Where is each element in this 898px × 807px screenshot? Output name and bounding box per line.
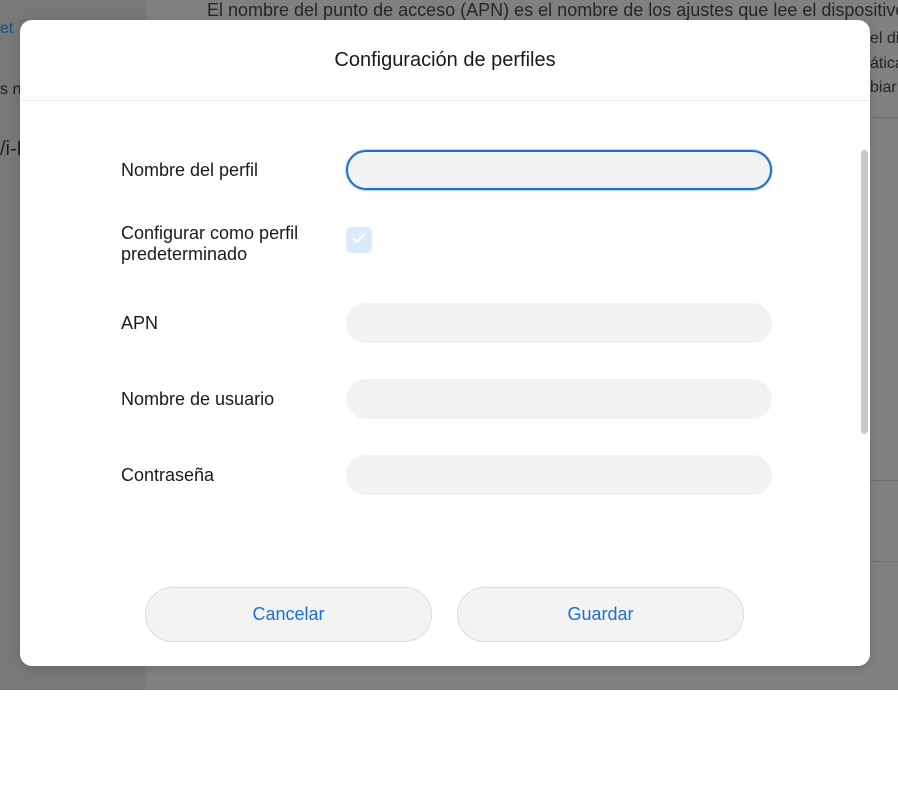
apn-input[interactable] [346,303,772,343]
background-fragment: biar c [870,79,898,96]
cancel-button[interactable]: Cancelar [145,587,432,642]
password-label: Contraseña [121,465,215,485]
username-input[interactable] [346,379,772,419]
apn-label: APN [121,313,159,333]
password-row: Contraseña [121,455,772,495]
profile-name-label: Nombre del perfil [121,160,259,180]
default-profile-label-line1: Configurar como perfil [121,223,299,243]
profile-name-input[interactable] [346,150,772,190]
password-input[interactable] [346,455,772,495]
dialog-scrollbar[interactable] [861,150,868,434]
background-fragment: ática [870,55,898,72]
default-profile-label-line2: predeterminado [121,244,248,264]
dialog-header: Configuración de perfiles [20,20,870,101]
default-profile-checkbox[interactable] [346,227,372,253]
save-button[interactable]: Guardar [457,587,744,642]
profile-settings-dialog: Configuración de perfiles Nombre del per… [20,20,870,666]
background-sidebar-link: et [0,20,14,37]
apn-row: APN [121,303,772,343]
check-icon [352,231,366,249]
dialog-title: Configuración de perfiles [334,48,556,71]
username-row: Nombre de usuario [121,379,772,419]
background-fragment: el dis [870,30,898,47]
scrollbar-thumb[interactable] [861,150,868,434]
profile-name-row: Nombre del perfil [121,150,772,190]
background-sidebar-text: s n [0,81,22,98]
background-paragraph: El nombre del punto de acceso (APN) es e… [207,0,898,20]
default-profile-row: Configurar como perfil predeterminado [121,223,771,273]
default-profile-label: Configurar como perfil predeterminado [121,223,298,265]
username-label: Nombre de usuario [121,389,275,409]
